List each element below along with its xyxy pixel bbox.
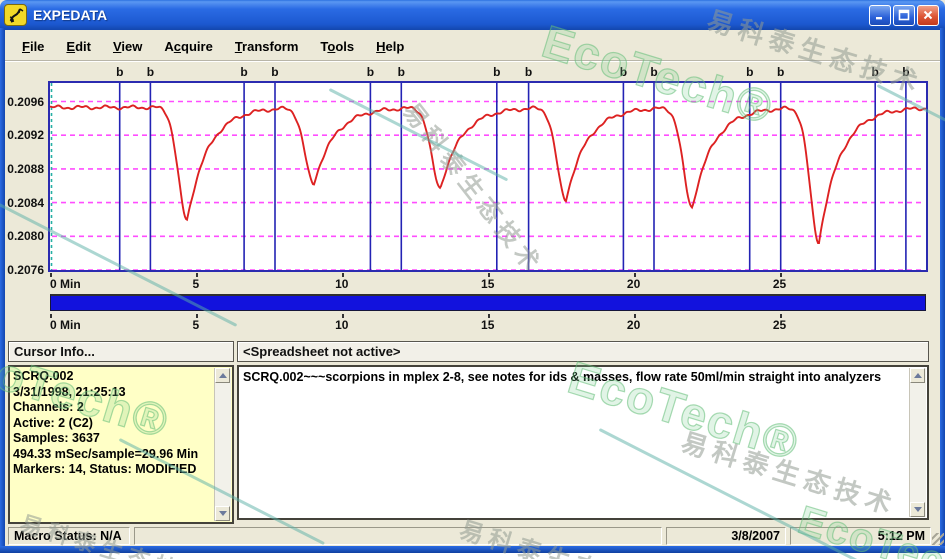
titlebar[interactable]: EXPEDATA <box>0 0 945 30</box>
notes-scrollbar[interactable] <box>909 368 926 517</box>
overview-selection-bar[interactable] <box>50 294 926 311</box>
notes-text[interactable]: SCRQ.002~~~scorpions in mplex 2-8, see n… <box>243 369 905 385</box>
arrow-down-icon <box>914 507 922 512</box>
maximize-button[interactable] <box>893 5 915 26</box>
arrow-up-icon <box>219 373 227 378</box>
cursor-info-line: 3/31/1998, 21:25:13 <box>13 385 214 401</box>
resize-grip[interactable] <box>932 533 944 545</box>
marker-label: b <box>777 65 784 79</box>
waveform-plot[interactable] <box>48 81 928 272</box>
x-axis-upper: 0 Min 5 10 15 20 25 <box>48 273 930 292</box>
status-date: 3/8/2007 <box>666 527 786 545</box>
scroll-up-button[interactable] <box>910 368 925 383</box>
cursor-info-line: Active: 2 (C2) <box>13 416 214 432</box>
cursor-info-header[interactable]: Cursor Info... <box>8 341 234 362</box>
x-tick-label: 25 <box>773 277 786 291</box>
menubar: FileEditViewAcquireTransformToolsHelp <box>5 32 940 61</box>
marker-label: b <box>240 65 247 79</box>
statusbar: Macro Status: N/A 3/8/2007 5:12 PM <box>0 527 945 546</box>
x-tick-label: 0 Min <box>50 318 81 332</box>
marker-label: b <box>367 65 374 79</box>
marker-label: b <box>746 65 753 79</box>
window-border-right <box>940 28 945 553</box>
close-button[interactable] <box>917 5 939 26</box>
marker-label: b <box>116 65 123 79</box>
menu-item-edit[interactable]: Edit <box>55 36 102 57</box>
x-tick-label: 15 <box>481 318 494 332</box>
cursor-info-line: Samples: 3637 <box>13 431 214 447</box>
marker-label: b <box>398 65 405 79</box>
app-window: EXPEDATA FileEditViewAcquireTransformToo… <box>0 0 945 553</box>
scroll-down-button[interactable] <box>215 506 230 521</box>
arrow-down-icon <box>219 511 227 516</box>
screenshot-stage: EXPEDATA FileEditViewAcquireTransformToo… <box>0 0 945 559</box>
x-tick-label: 0 Min <box>50 277 81 291</box>
x-tick-label: 10 <box>335 318 348 332</box>
y-tick-label: 0.2096 <box>0 95 44 109</box>
x-tick-label: 20 <box>627 277 640 291</box>
y-tick-label: 0.2080 <box>0 229 44 243</box>
y-tick-label: 0.2084 <box>0 196 44 210</box>
menu-item-tools[interactable]: Tools <box>309 36 365 57</box>
window-title: EXPEDATA <box>33 7 107 23</box>
marker-label: b <box>620 65 627 79</box>
menu-item-acquire[interactable]: Acquire <box>153 36 223 57</box>
minimize-button[interactable] <box>869 5 891 26</box>
x-tick-label: 20 <box>627 318 640 332</box>
waveform-svg <box>50 83 926 270</box>
y-tick-label: 0.2076 <box>0 263 44 277</box>
x-tick-label: 25 <box>773 318 786 332</box>
scorpion-app-icon <box>4 4 27 26</box>
x-tick-label: 5 <box>193 277 200 291</box>
marker-label-row: bbbbbbbbbbbbbb <box>48 65 930 80</box>
cursor-info-lines: SCRQ.0023/31/1998, 21:25:13Channels: 2Ac… <box>13 369 214 478</box>
y-tick-label: 0.2092 <box>0 128 44 142</box>
maximize-icon <box>898 9 910 21</box>
cursor-info-line: SCRQ.002 <box>13 369 214 385</box>
cursor-info-scrollbar[interactable] <box>214 368 231 521</box>
marker-label: b <box>147 65 154 79</box>
cursor-info-box: SCRQ.0023/31/1998, 21:25:13Channels: 2Ac… <box>8 365 234 524</box>
scorpion-glyph <box>8 7 24 23</box>
marker-label: b <box>271 65 278 79</box>
status-spacer <box>134 527 662 545</box>
status-macro: Macro Status: N/A <box>8 527 130 545</box>
cursor-info-line: Markers: 14, Status: MODIFIED <box>13 462 214 478</box>
window-border-bottom <box>0 546 945 553</box>
notes-box[interactable]: SCRQ.002~~~scorpions in mplex 2-8, see n… <box>237 365 929 520</box>
marker-label: b <box>493 65 500 79</box>
menu-item-view[interactable]: View <box>102 36 153 57</box>
scroll-down-button[interactable] <box>910 502 925 517</box>
marker-label: b <box>525 65 532 79</box>
marker-label: b <box>902 65 909 79</box>
status-time: 5:12 PM <box>790 527 931 545</box>
minimize-icon <box>874 9 886 21</box>
marker-label: b <box>650 65 657 79</box>
signal-trace <box>50 105 926 243</box>
cursor-info-line: Channels: 2 <box>13 400 214 416</box>
menu-item-file[interactable]: File <box>11 36 55 57</box>
menu-item-transform[interactable]: Transform <box>224 36 310 57</box>
x-tick-label: 10 <box>335 277 348 291</box>
window-controls <box>869 5 941 26</box>
arrow-up-icon <box>914 373 922 378</box>
scroll-up-button[interactable] <box>215 368 230 383</box>
x-tick-label: 15 <box>481 277 494 291</box>
spreadsheet-header[interactable]: <Spreadsheet not active> <box>237 341 929 362</box>
x-axis-lower: 0 Min 5 10 15 20 25 <box>48 314 930 333</box>
cursor-info-line: 494.33 mSec/sample=29.96 Min <box>13 447 214 463</box>
x-tick-label: 5 <box>193 318 200 332</box>
menu-item-help[interactable]: Help <box>365 36 415 57</box>
y-tick-label: 0.2088 <box>0 162 44 176</box>
close-icon <box>922 9 934 21</box>
marker-label: b <box>872 65 879 79</box>
